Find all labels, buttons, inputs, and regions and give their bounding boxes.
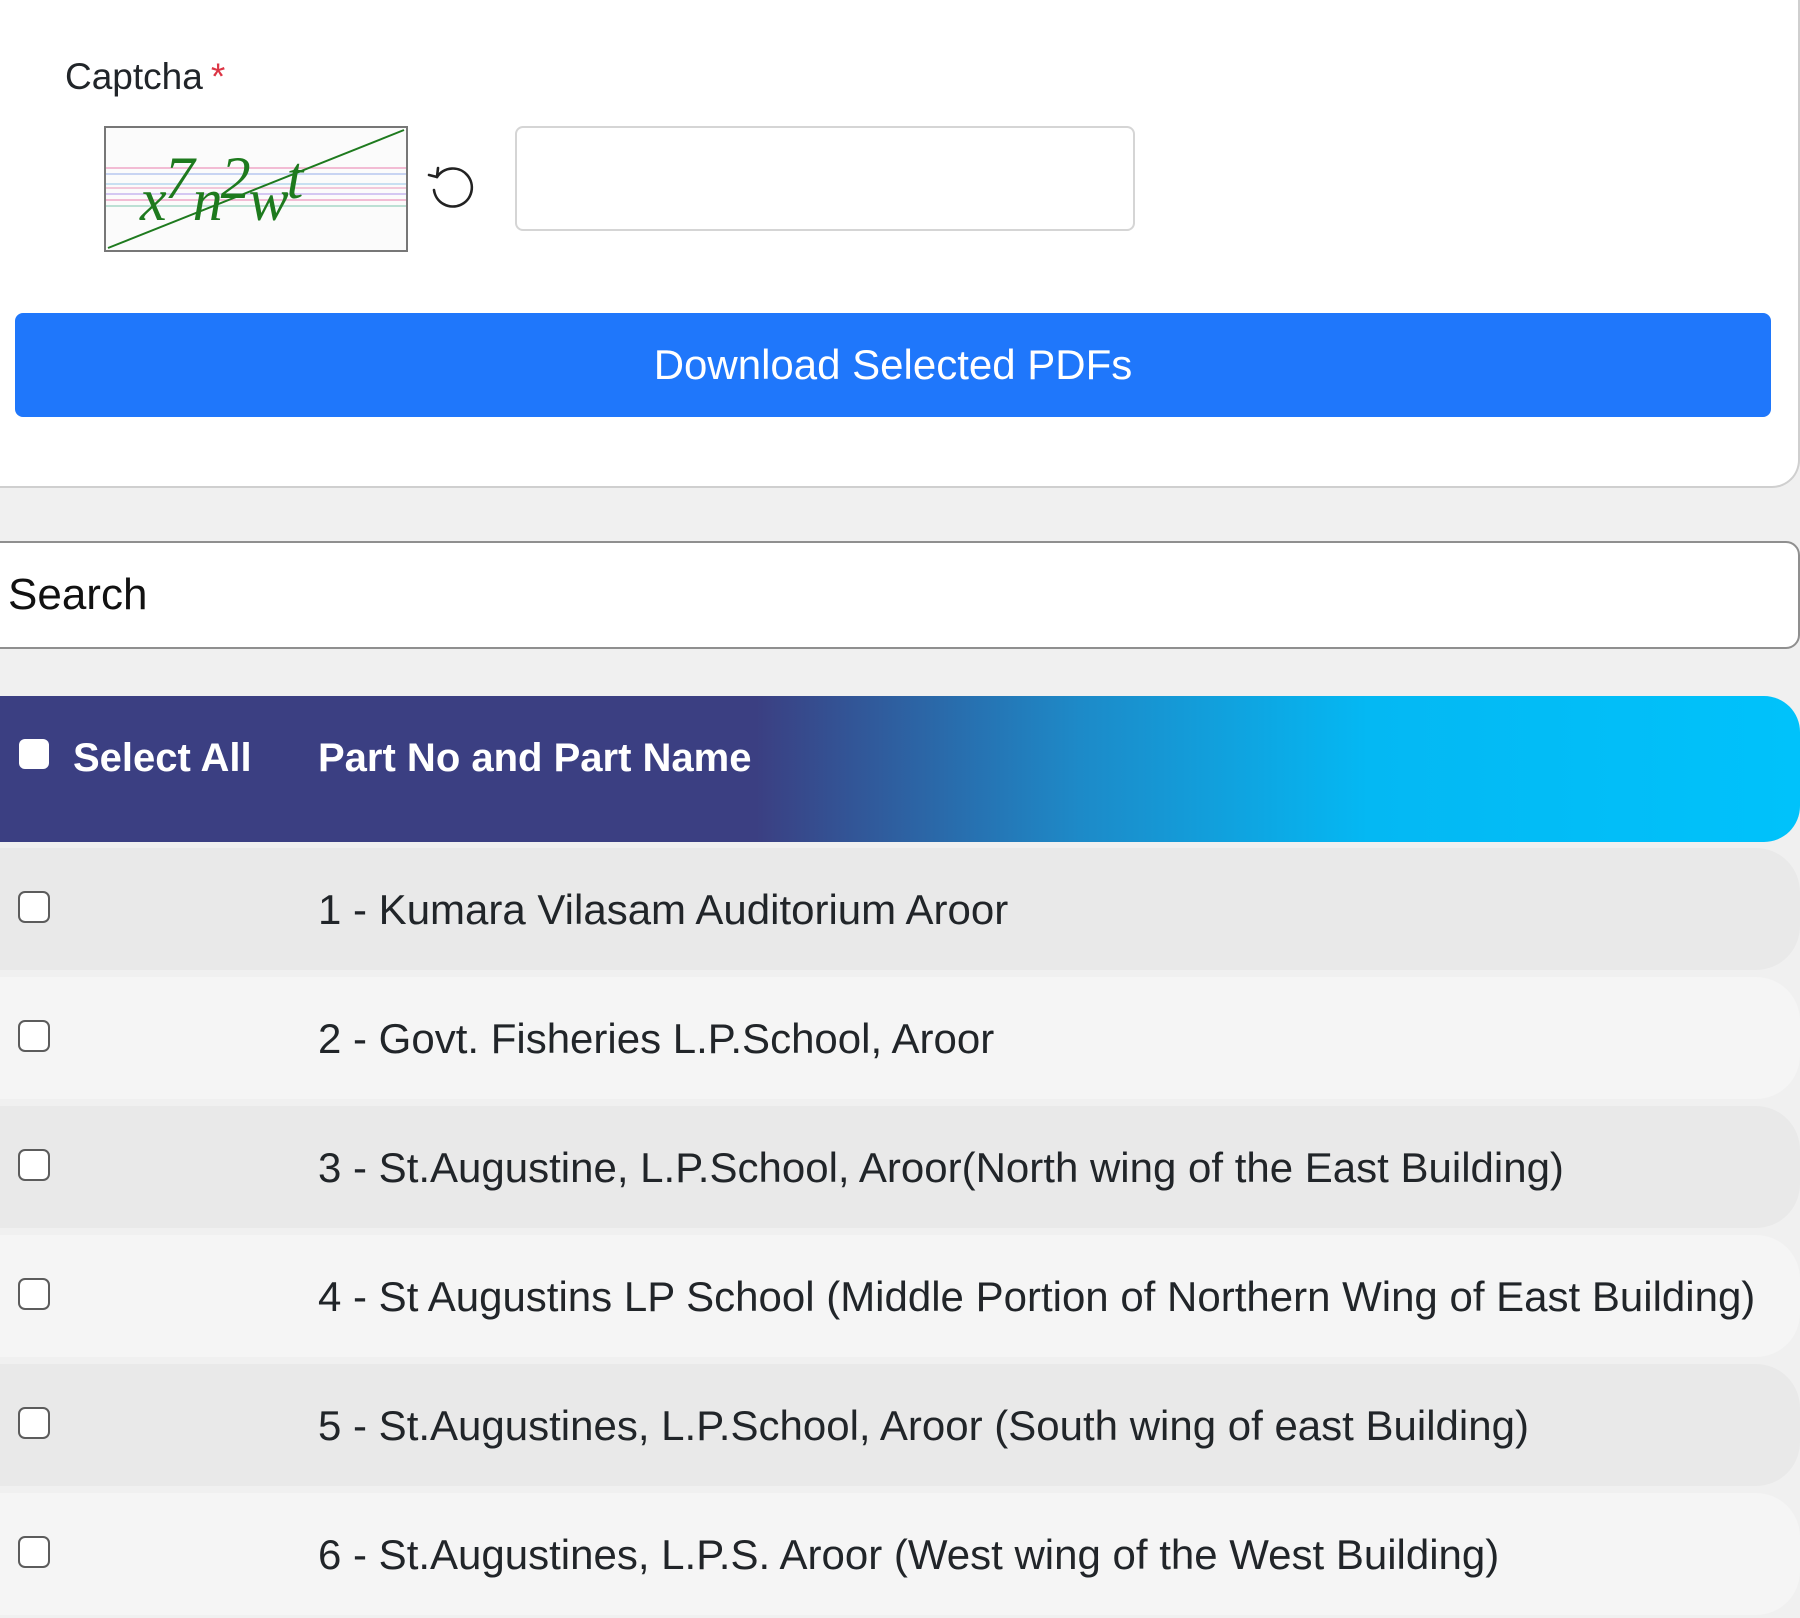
part-name: 1 - Kumara Vilasam Auditorium Aroor: [318, 886, 1009, 933]
row-checkbox[interactable]: [18, 891, 50, 923]
select-all-label: Select All: [73, 736, 252, 780]
part-name: 3 - St.Augustine, L.P.School, Aroor(Nort…: [318, 1144, 1564, 1191]
captcha-text: x7n2wt: [139, 145, 305, 233]
captcha-input[interactable]: [515, 126, 1135, 231]
row-checkbox[interactable]: [18, 1020, 50, 1052]
table-row: 6 - St.Augustines, L.P.S. Aroor (West wi…: [0, 1493, 1800, 1615]
select-all-checkbox[interactable]: [19, 739, 49, 769]
captcha-label-text: Captcha: [65, 56, 203, 97]
page: Captcha * x7n2wt Download Selected PDFs …: [0, 0, 1800, 1618]
captcha-label: Captcha *: [65, 56, 225, 98]
table-row: 4 - St Augustins LP School (Middle Porti…: [0, 1235, 1800, 1357]
refresh-icon: [427, 166, 474, 208]
row-checkbox[interactable]: [18, 1278, 50, 1310]
captcha-card: Captcha * x7n2wt Download Selected PDFs: [0, 0, 1800, 488]
row-checkbox[interactable]: [18, 1407, 50, 1439]
row-checkbox[interactable]: [18, 1149, 50, 1181]
part-name: 5 - St.Augustines, L.P.School, Aroor (So…: [318, 1402, 1529, 1449]
row-checkbox[interactable]: [18, 1536, 50, 1568]
part-name: 4 - St Augustins LP School (Middle Porti…: [318, 1273, 1756, 1320]
table-row: 5 - St.Augustines, L.P.School, Aroor (So…: [0, 1364, 1800, 1486]
refresh-captcha-button[interactable]: [423, 158, 479, 214]
captcha-image: x7n2wt: [104, 126, 408, 252]
table-row: 3 - St.Augustine, L.P.School, Aroor(Nort…: [0, 1106, 1800, 1228]
part-name: 6 - St.Augustines, L.P.S. Aroor (West wi…: [318, 1531, 1500, 1578]
required-mark: *: [210, 56, 226, 97]
part-name: 2 - Govt. Fisheries L.P.School, Aroor: [318, 1015, 995, 1062]
table-row: 2 - Govt. Fisheries L.P.School, Aroor: [0, 977, 1800, 1099]
table-header: Select All Part No and Part Name: [0, 696, 1800, 842]
part-column-header: Part No and Part Name: [318, 736, 752, 780]
download-selected-pdfs-button[interactable]: Download Selected PDFs: [15, 313, 1771, 417]
search-input[interactable]: [0, 541, 1800, 649]
table-row: 1 - Kumara Vilasam Auditorium Aroor: [0, 848, 1800, 970]
captcha-image-svg: x7n2wt: [106, 129, 406, 249]
